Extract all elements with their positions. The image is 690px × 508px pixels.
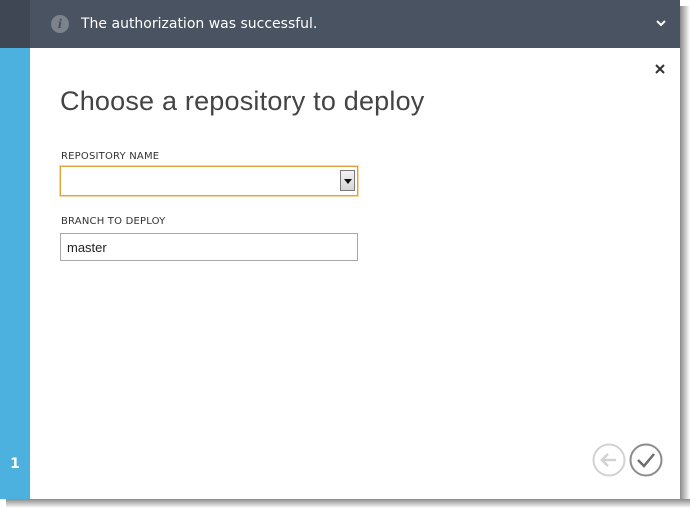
close-icon[interactable] (652, 61, 668, 77)
window-shadow-right (680, 6, 690, 508)
window-shadow-bottom (6, 499, 690, 508)
arrow-left-icon[interactable] (592, 443, 626, 477)
repository-name-select[interactable] (60, 166, 358, 196)
notification-message: The authorization was successful. (81, 16, 318, 32)
branch-to-deploy-label: BRANCH TO DEPLOY (61, 216, 166, 227)
step-number: 1 (10, 456, 20, 472)
branch-to-deploy-input[interactable] (60, 233, 358, 261)
dropdown-arrow-button[interactable] (340, 170, 355, 191)
repository-name-label: REPOSITORY NAME (61, 151, 160, 162)
step-rail (0, 48, 30, 499)
dialog-window: i The authorization was successful. 1 Ch… (0, 0, 680, 499)
notification-strip (0, 0, 30, 48)
notification-bar: i The authorization was successful. (0, 0, 680, 48)
page-title: Choose a repository to deploy (60, 86, 425, 116)
triangle-down-icon (344, 179, 352, 184)
chevron-down-icon[interactable] (653, 15, 669, 31)
info-icon: i (51, 15, 69, 33)
checkmark-icon[interactable] (629, 443, 663, 477)
